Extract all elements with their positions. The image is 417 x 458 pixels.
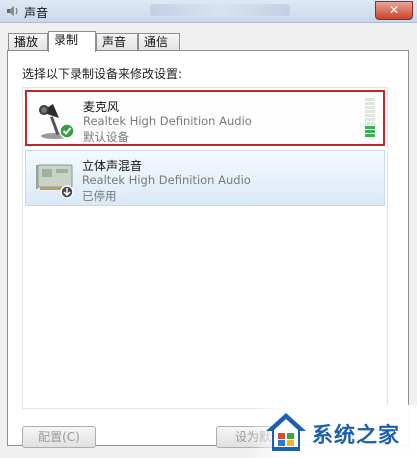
level-meter-segment — [365, 134, 375, 137]
level-meter-segment — [365, 114, 375, 117]
level-meter-segment — [365, 98, 375, 101]
microphone-icon — [39, 104, 75, 139]
device-status: 已停用 — [82, 189, 117, 203]
sound-card-icon — [36, 164, 74, 199]
level-meter-segment — [365, 130, 375, 133]
tab-sounds[interactable]: 声音 — [96, 33, 138, 50]
instruction-text: 选择以下录制设备来修改设置: — [22, 67, 183, 81]
device-driver: Realtek High Definition Audio — [83, 114, 252, 128]
level-meter-segment — [365, 102, 375, 105]
tab-playback[interactable]: 播放 — [8, 33, 48, 50]
configure-button[interactable]: 配置(C) — [22, 426, 96, 448]
tab-communications[interactable]: 通信 — [138, 33, 180, 50]
device-name: 麦克风 — [83, 100, 120, 114]
tab-recording[interactable]: 录制 — [48, 31, 96, 52]
speaker-icon — [7, 6, 18, 16]
close-button[interactable]: ✕ — [375, 1, 413, 20]
device-name: 立体声混音 — [82, 159, 143, 173]
level-meter-segment — [365, 118, 375, 121]
title-bar[interactable]: 声音 ✕ — [0, 0, 417, 23]
device-list[interactable]: 麦克风 Realtek High Definition Audio 默认设备 立… — [22, 87, 388, 409]
level-meter-segment — [365, 106, 375, 109]
house-logo-icon — [266, 413, 306, 451]
check-icon — [59, 123, 75, 139]
level-meter — [365, 98, 375, 138]
level-meter-segment — [365, 110, 375, 113]
device-status: 默认设备 — [83, 130, 129, 144]
level-meter-segment — [365, 122, 375, 125]
device-item-microphone[interactable]: 麦克风 Realtek High Definition Audio 默认设备 — [25, 90, 385, 146]
sound-dialog: 声音 ✕ 播放 录制 声音 通信 选择以下录制设备来修改设置: 麦克风 Real… — [0, 0, 417, 458]
title-bar-blur — [150, 4, 290, 16]
watermark: 系统之家 — [250, 405, 417, 458]
device-driver: Realtek High Definition Audio — [82, 173, 251, 187]
watermark-text: 系统之家 — [312, 423, 400, 447]
level-meter-segment — [365, 126, 375, 129]
recording-panel: 选择以下录制设备来修改设置: 麦克风 Realtek High Definiti… — [7, 50, 409, 448]
device-item-stereo-mix[interactable]: 立体声混音 Realtek High Definition Audio 已停用 — [25, 150, 385, 206]
disabled-arrow-icon — [60, 185, 74, 199]
window-title: 声音 — [24, 6, 49, 20]
